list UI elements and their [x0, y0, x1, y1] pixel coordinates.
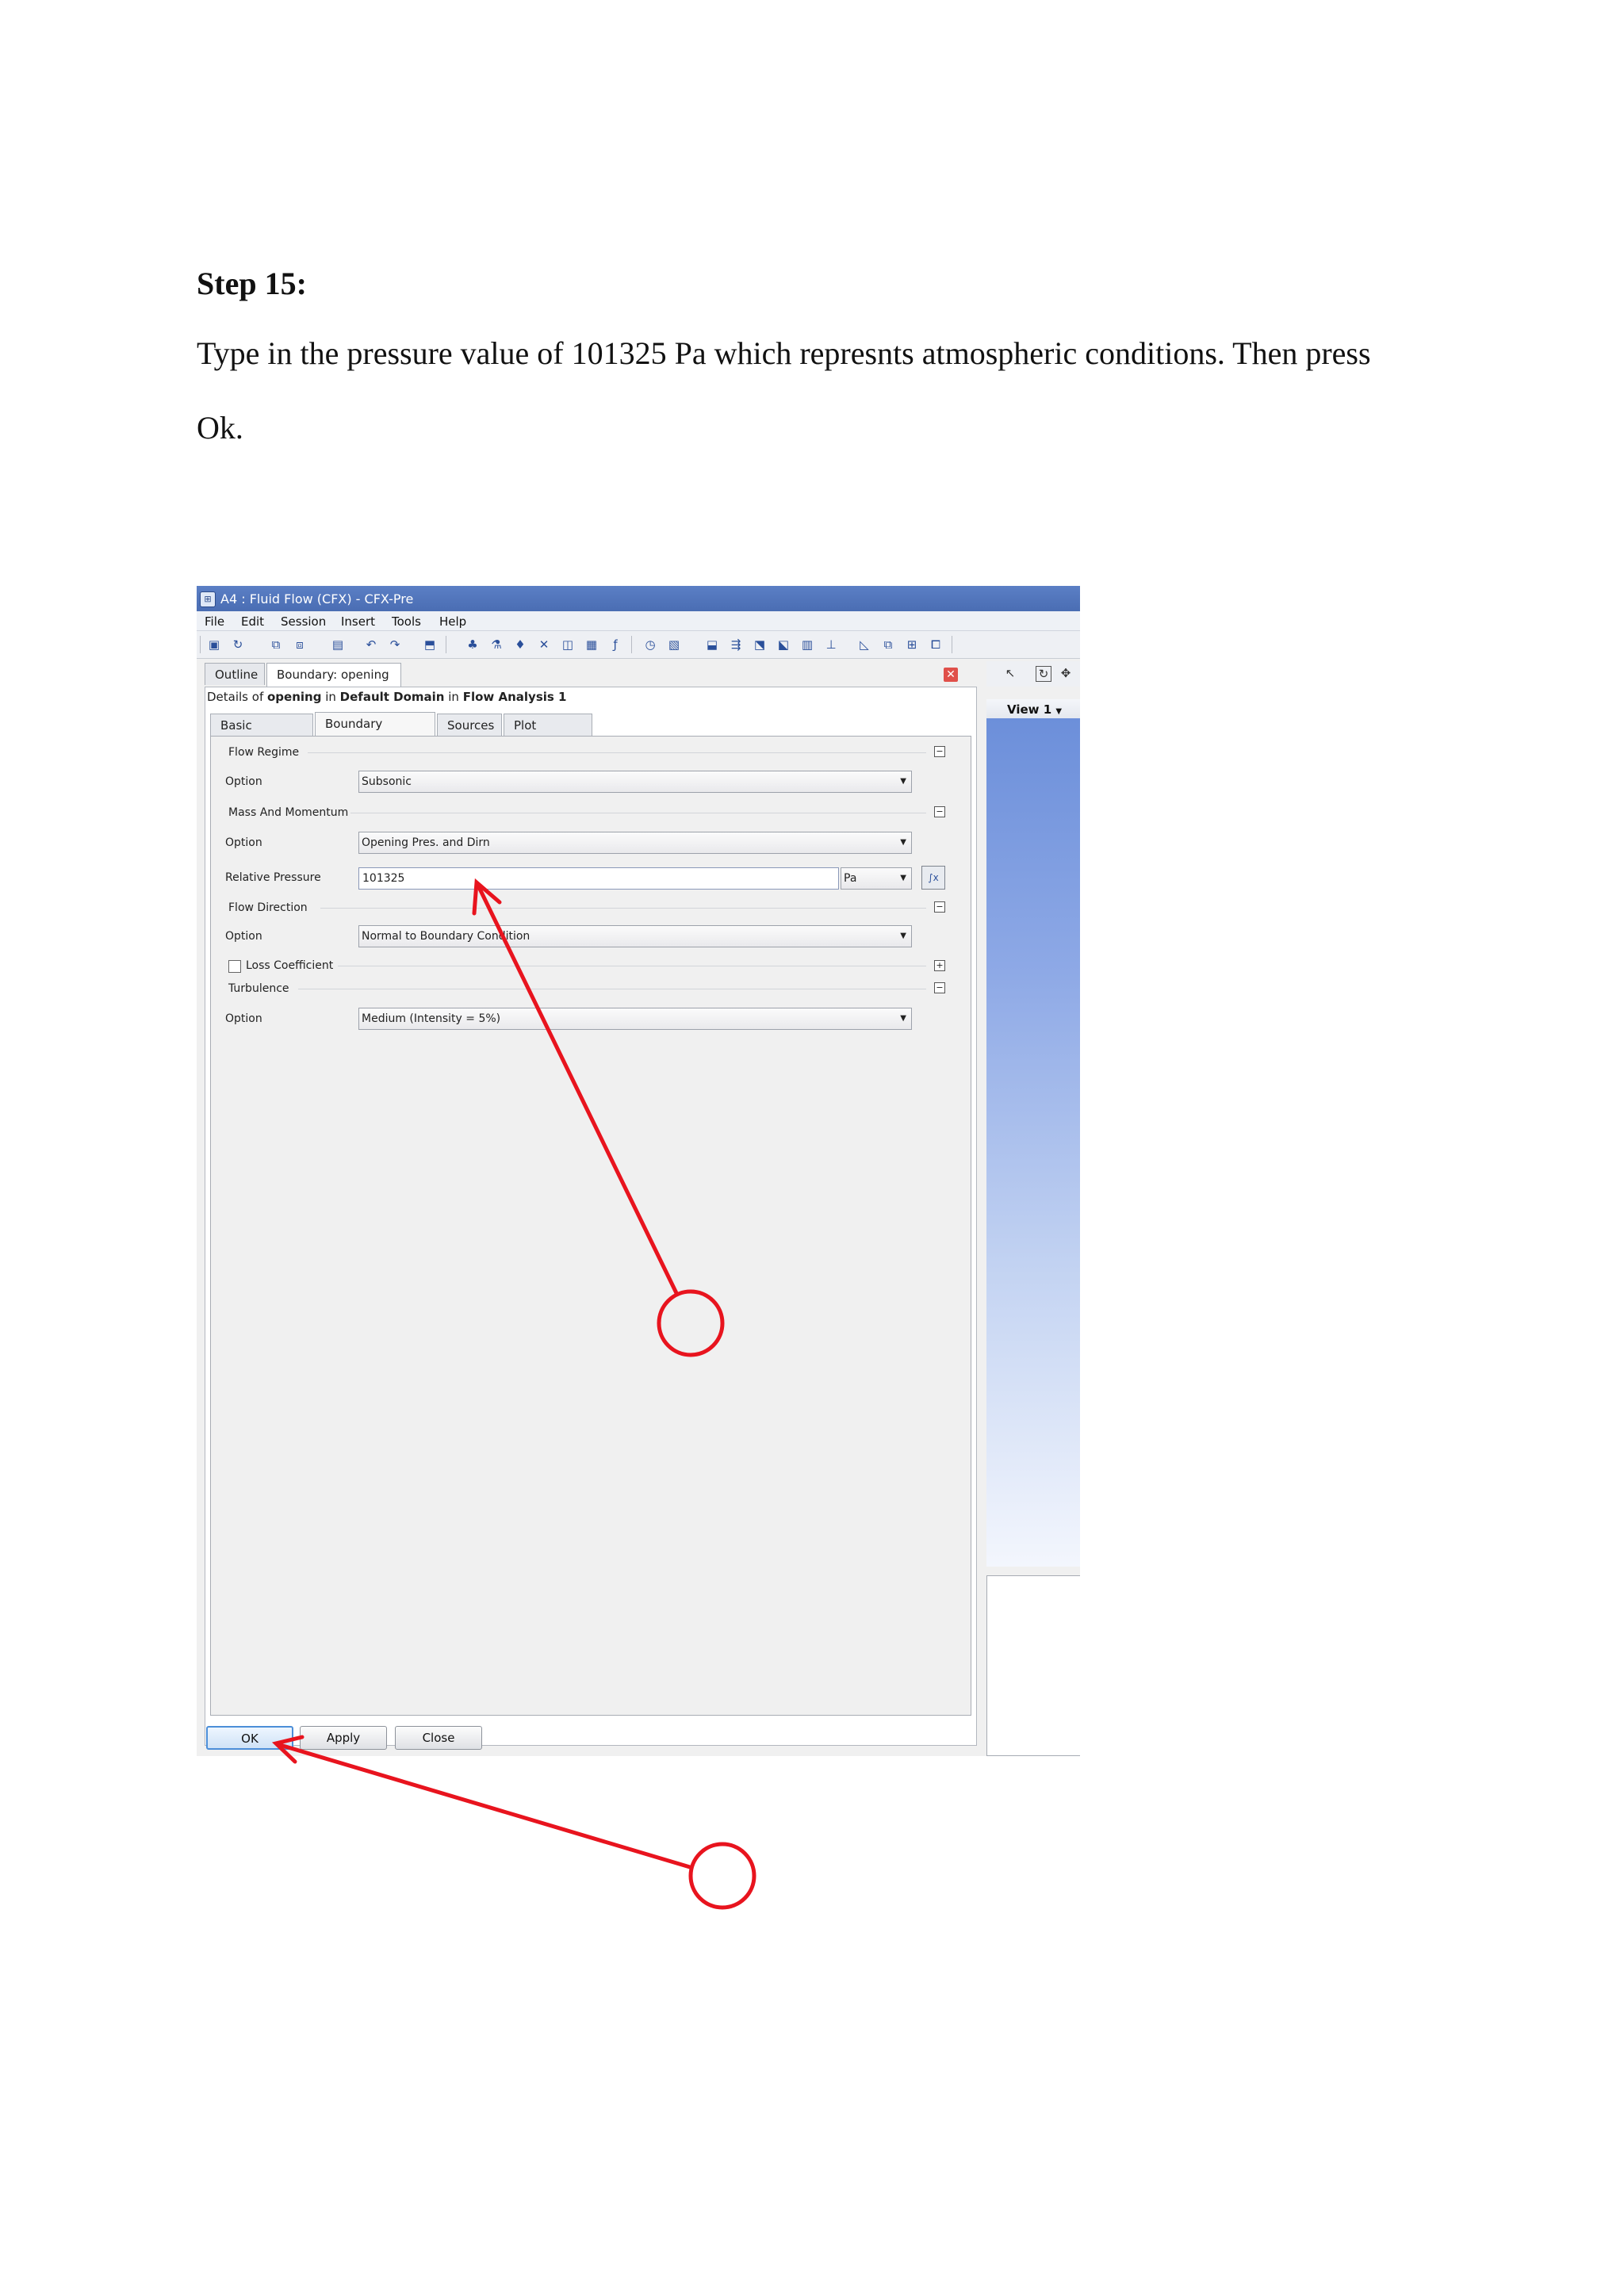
subdomain-icon[interactable]: ⬔ — [752, 637, 768, 652]
loss-coefficient-label: Loss Coefficient — [246, 959, 334, 972]
pressure-unit-select[interactable]: Pa ▼ — [841, 867, 912, 890]
clock-icon[interactable]: ◷ — [642, 637, 658, 652]
expression-editor-icon[interactable]: ∫x — [921, 866, 945, 890]
collapse-turbulence-icon[interactable]: − — [934, 982, 945, 993]
tab-boundary-opening[interactable]: Boundary: opening — [266, 663, 401, 687]
annotation-circle-2 — [688, 1842, 756, 1910]
3d-viewport[interactable] — [986, 718, 1080, 1567]
import-mesh-icon[interactable]: ⧉ — [268, 637, 284, 652]
expression-icon[interactable]: ◫ — [560, 637, 576, 652]
tab-plot-options[interactable]: Plot Options — [504, 714, 592, 755]
tab-basic-settings[interactable]: Basic Settings — [210, 714, 313, 755]
expand-loss-coefficient-icon[interactable]: + — [934, 960, 945, 971]
tab-outline[interactable]: Outline — [205, 663, 265, 685]
pan-icon[interactable]: ✥ — [1058, 666, 1074, 682]
tab-sources[interactable]: Sources — [437, 714, 502, 736]
mesh-adaption-icon[interactable]: ⊞ — [904, 637, 920, 652]
menu-bar: File Edit Session Insert Tools Help — [197, 611, 1080, 631]
mass-momentum-select[interactable]: Opening Pres. and Dirn ▼ — [358, 832, 912, 854]
menu-help[interactable]: Help — [439, 614, 466, 629]
chevron-down-icon: ▼ — [900, 932, 906, 940]
menu-session[interactable]: Session — [281, 614, 326, 629]
function-icon[interactable]: ƒ — [607, 637, 623, 652]
flow-direction-option-label: Option — [225, 930, 262, 943]
undo-icon[interactable]: ↶ — [363, 637, 379, 652]
menu-edit[interactable]: Edit — [241, 614, 264, 629]
chevron-down-icon: ▼ — [900, 1014, 906, 1023]
menu-file[interactable]: File — [205, 614, 224, 629]
select-cursor-icon[interactable]: ↖ — [1002, 666, 1018, 682]
loss-coefficient-checkbox[interactable] — [228, 960, 241, 973]
menu-tools[interactable]: Tools — [392, 614, 421, 629]
rotate-icon[interactable]: ↻ — [1036, 666, 1051, 682]
menu-insert[interactable]: Insert — [341, 614, 375, 629]
viewer-toolbar: ↖ ↻ ✥ — [986, 661, 1080, 687]
group-flow-direction-title: Flow Direction — [228, 901, 308, 914]
save-icon[interactable]: ▣ — [206, 637, 222, 652]
viewer-header: View 1 ▼ — [986, 699, 1080, 718]
interface-icon[interactable]: ⇶ — [728, 637, 744, 652]
group-turbulence-title: Turbulence — [228, 982, 289, 995]
instruction-line-1: Type in the pressure value of 101325 Pa … — [197, 335, 1371, 371]
step-title: Step 15: — [197, 266, 307, 301]
main-toolbar: ▣ ↻ ⧉ ⧈ ▤ ↶ ↷ ⬒ ♣ ⚗ ♦ ✕ ◫ ▦ ƒ ◷ ▧ ⬓ ⇶ ⬔ … — [197, 631, 1080, 659]
viewer-lower-pane — [986, 1575, 1080, 1756]
simulation-icon[interactable]: ⬒ — [422, 637, 438, 652]
cfx-pre-screenshot: ⊞ A4 : Fluid Flow (CFX) - CFX-Pre File E… — [197, 586, 1080, 1756]
turbulence-select[interactable]: Medium (Intensity = 5%) ▼ — [358, 1008, 912, 1030]
solver-icon[interactable]: ⧠ — [928, 637, 944, 652]
window-titlebar: ⊞ A4 : Fluid Flow (CFX) - CFX-Pre — [197, 586, 1080, 611]
turbulence-option-label: Option — [225, 1012, 262, 1025]
details-heading: Details of opening in Default Domain in … — [207, 690, 567, 704]
boundary-details-form: Flow Regime − Option Subsonic ▼ Mass And … — [210, 736, 971, 1716]
flow-regime-select[interactable]: Subsonic ▼ — [358, 771, 912, 793]
boundary-icon[interactable]: ⬓ — [704, 637, 720, 652]
collapse-flow-regime-icon[interactable]: − — [934, 746, 945, 757]
additional-variable-icon[interactable]: ✕ — [536, 637, 552, 652]
close-panel-icon[interactable]: ✕ — [944, 668, 958, 682]
chevron-down-icon: ▼ — [900, 874, 906, 882]
relative-pressure-label: Relative Pressure — [225, 871, 321, 884]
details-box: Details of opening in Default Domain in … — [205, 687, 977, 1746]
view-selector[interactable]: View 1 ▼ — [1007, 702, 1062, 717]
domain-icon[interactable]: ♣ — [465, 637, 481, 652]
close-button[interactable]: Close — [395, 1726, 482, 1750]
output-control-icon[interactable]: ▧ — [666, 637, 682, 652]
window-title: A4 : Fluid Flow (CFX) - CFX-Pre — [220, 591, 414, 607]
user-routine-icon[interactable]: ▦ — [584, 637, 599, 652]
group-mass-momentum-title: Mass And Momentum — [228, 806, 349, 819]
relative-pressure-input[interactable]: 101325 — [358, 867, 839, 890]
arrow-to-ok-button — [271, 1735, 692, 1869]
collapse-flow-direction-icon[interactable]: − — [934, 901, 945, 913]
chevron-down-icon: ▼ — [1055, 707, 1063, 716]
app-icon: ⊞ — [200, 591, 216, 607]
report-icon[interactable]: ▤ — [330, 637, 346, 652]
chevron-down-icon: ▼ — [900, 838, 906, 847]
source-point-icon[interactable]: ⬕ — [776, 637, 791, 652]
flow-direction-select[interactable]: Normal to Boundary Condition ▼ — [358, 925, 912, 947]
group-flow-regime-title: Flow Regime — [228, 746, 300, 759]
collapse-mass-momentum-icon[interactable]: − — [934, 806, 945, 817]
export-icon[interactable]: ⧈ — [292, 637, 308, 652]
mass-momentum-option-label: Option — [225, 836, 262, 849]
details-panel: Outline Boundary: opening ✕ Details of o… — [205, 663, 977, 1746]
mesh-icon[interactable]: ▥ — [799, 637, 815, 652]
coordinate-frame-icon[interactable]: ⊥ — [823, 637, 839, 652]
material-icon[interactable]: ⚗ — [488, 637, 504, 652]
refresh-icon[interactable]: ↻ — [230, 637, 246, 652]
ok-button[interactable]: OK — [206, 1726, 293, 1750]
flow-regime-option-label: Option — [225, 775, 262, 788]
instance-icon[interactable]: ⧉ — [880, 637, 896, 652]
plane-icon[interactable]: ◺ — [856, 637, 872, 652]
chevron-down-icon: ▼ — [900, 777, 906, 786]
instruction-line-2: Ok. — [197, 410, 243, 446]
redo-icon[interactable]: ↷ — [387, 637, 403, 652]
tab-boundary-details[interactable]: Boundary Details — [315, 712, 435, 753]
reaction-icon[interactable]: ♦ — [512, 637, 528, 652]
apply-button[interactable]: Apply — [300, 1726, 387, 1750]
